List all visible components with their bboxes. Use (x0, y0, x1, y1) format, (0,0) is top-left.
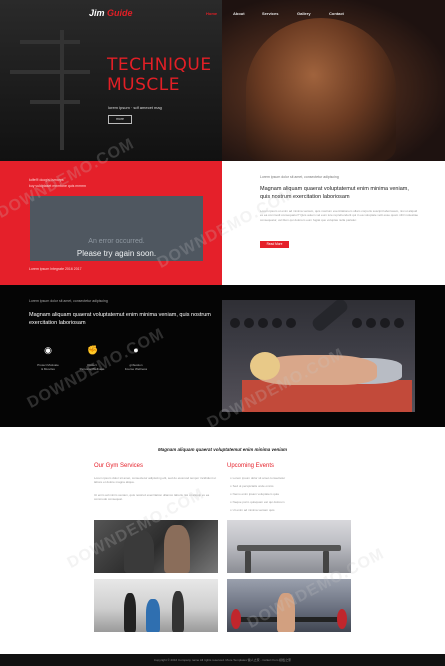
gallery-thumb-2[interactable] (227, 520, 351, 573)
gallery-thumb-3[interactable] (94, 579, 218, 632)
site-logo[interactable]: Jim Guide (89, 8, 133, 18)
intro-heading: Magnam aliquam quaerat voluptatemut enim… (260, 186, 409, 200)
footer: Copyright © 2016 Company name All rights… (0, 654, 445, 666)
bodybuilder-figure (246, 18, 396, 161)
feature-item-3: ● gribustion Fourse Wellness (116, 345, 156, 371)
read-more-button[interactable]: Read More (260, 241, 289, 248)
gallery-thumb-1[interactable] (94, 520, 218, 573)
video-retry-text: Please try again soon. (76, 249, 157, 258)
top-navigation: Jim Guide Home About Services Gallery Co… (0, 0, 445, 28)
gym-services-body-1: Lorem ipsum dolor sit amet, consectetur … (94, 476, 217, 485)
intro-body: Lorem ipsum ut enim ad minima veniam, qu… (260, 209, 419, 222)
feature-3-line2: Fourse Wellness (124, 367, 148, 371)
dumbbell-workout-image (222, 300, 415, 412)
services-heading: Magnam aliquam quaerat voluptatemut enim… (157, 447, 288, 452)
feature-item-1: ◉ Proiect Motivate & Muscles (28, 345, 68, 371)
event-item[interactable]: Neque porro quisquam est qui dolorem (230, 500, 350, 504)
gym-services-title: Our Gym Services (94, 463, 144, 469)
nav-gallery[interactable]: Gallery (297, 11, 311, 16)
upcoming-events-title: Upcoming Events (227, 463, 275, 469)
event-item[interactable]: Ut enim ad minima veniam quis (230, 508, 350, 512)
features-kicker: Lorem ipsum dolor sit amet, consectetur … (29, 299, 108, 303)
page: Jim Guide Home About Services Gallery Co… (0, 0, 445, 666)
boxing-icon: ✊ (87, 345, 99, 355)
video-error-text: An error occurred. (88, 238, 145, 245)
logo-first: Jim (89, 8, 105, 18)
gallery-thumb-4[interactable] (227, 579, 351, 632)
hero-title-line1: TECHNIQUE (107, 55, 212, 75)
features-heading: Magnam aliquam quaerat voluptatemut enim… (29, 312, 211, 326)
footer-copyright: Copyright © 2016 Company name All rights… (153, 657, 292, 662)
red-panel-caption: Lorem ipsum Integrate 2016 2017 (29, 267, 82, 271)
feature-2-line2: Personal Wellness (79, 367, 105, 371)
strength-icon: ● (133, 345, 139, 355)
hero-section: Jim Guide Home About Services Gallery Co… (0, 0, 445, 161)
logo-second: Guide (107, 8, 133, 18)
hero-subtitle: lorem ipsum · sdf amecet mag (108, 105, 162, 110)
feature-item-2: ✊ Proiect Personal Wellness (72, 345, 112, 371)
event-item[interactable]: Nemo enim ipsam voluptatem quia (230, 492, 350, 496)
hero-title-line2: MUSCLE (107, 75, 180, 95)
intro-kicker: Lorem ipsum dolor sit amet, consectetur … (260, 175, 339, 179)
video-player[interactable]: An error occurred. Please try again soon… (30, 196, 203, 261)
gym-icon: ◉ (44, 345, 52, 355)
nav-about[interactable]: About (233, 11, 245, 16)
event-item[interactable]: Lorem ipsum dolor sit amet consectetur (230, 476, 350, 480)
gym-services-body-2: Ut enim ad minim veniam, quis nostrud ex… (94, 493, 210, 502)
event-item[interactable]: Sed ut perspiciatis unde omnis (230, 484, 350, 488)
nav-services[interactable]: Services (262, 11, 278, 16)
intro-panel: Lorem ipsum dolor sit amet, consectetur … (222, 161, 445, 285)
hero-more-button[interactable]: more (108, 115, 132, 124)
hero-title: TECHNIQUE MUSCLE (107, 55, 212, 95)
red-panel-line1: kdfef!! dcogisi ismorps (29, 178, 64, 182)
nav-home[interactable]: Home (206, 11, 217, 16)
services-section: Magnam aliquam quaerat voluptatemut enim… (0, 427, 445, 654)
nav-contact[interactable]: Contact (329, 11, 344, 16)
red-panel-line2: kuy vuloptaset mnmtone quis mmmn (29, 184, 86, 188)
feature-1-line2: & Muscles (41, 367, 55, 371)
